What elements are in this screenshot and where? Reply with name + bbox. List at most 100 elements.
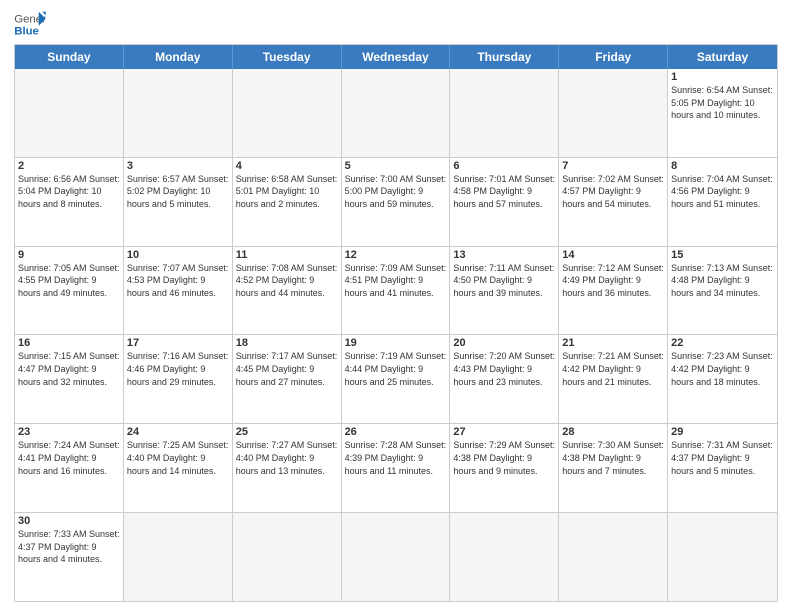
- day-header-wednesday: Wednesday: [342, 45, 451, 69]
- calendar: SundayMondayTuesdayWednesdayThursdayFrid…: [14, 44, 778, 602]
- day-number: 17: [127, 337, 229, 349]
- day-info: Sunrise: 7:12 AM Sunset: 4:49 PM Dayligh…: [562, 262, 664, 300]
- calendar-header: SundayMondayTuesdayWednesdayThursdayFrid…: [15, 45, 777, 69]
- day-number: 11: [236, 249, 338, 261]
- day-info: Sunrise: 7:08 AM Sunset: 4:52 PM Dayligh…: [236, 262, 338, 300]
- calendar-cell-empty: [124, 513, 233, 601]
- day-number: 21: [562, 337, 664, 349]
- calendar-cell-30: 30Sunrise: 7:33 AM Sunset: 4:37 PM Dayli…: [15, 513, 124, 601]
- day-number: 2: [18, 160, 120, 172]
- day-number: 1: [671, 71, 774, 83]
- day-info: Sunrise: 7:00 AM Sunset: 5:00 PM Dayligh…: [345, 173, 447, 211]
- day-header-sunday: Sunday: [15, 45, 124, 69]
- day-number: 7: [562, 160, 664, 172]
- calendar-cell-14: 14Sunrise: 7:12 AM Sunset: 4:49 PM Dayli…: [559, 247, 668, 335]
- calendar-cell-empty: [233, 513, 342, 601]
- calendar-row-3: 16Sunrise: 7:15 AM Sunset: 4:47 PM Dayli…: [15, 334, 777, 423]
- day-number: 6: [453, 160, 555, 172]
- day-number: 5: [345, 160, 447, 172]
- day-info: Sunrise: 7:17 AM Sunset: 4:45 PM Dayligh…: [236, 350, 338, 388]
- calendar-cell-18: 18Sunrise: 7:17 AM Sunset: 4:45 PM Dayli…: [233, 335, 342, 423]
- calendar-cell-empty: [15, 69, 124, 157]
- calendar-cell-empty: [342, 69, 451, 157]
- day-info: Sunrise: 7:28 AM Sunset: 4:39 PM Dayligh…: [345, 439, 447, 477]
- day-number: 26: [345, 426, 447, 438]
- calendar-cell-1: 1Sunrise: 6:54 AM Sunset: 5:05 PM Daylig…: [668, 69, 777, 157]
- day-info: Sunrise: 7:30 AM Sunset: 4:38 PM Dayligh…: [562, 439, 664, 477]
- day-header-monday: Monday: [124, 45, 233, 69]
- day-info: Sunrise: 7:25 AM Sunset: 4:40 PM Dayligh…: [127, 439, 229, 477]
- day-number: 16: [18, 337, 120, 349]
- calendar-row-4: 23Sunrise: 7:24 AM Sunset: 4:41 PM Dayli…: [15, 423, 777, 512]
- calendar-row-5: 30Sunrise: 7:33 AM Sunset: 4:37 PM Dayli…: [15, 512, 777, 601]
- day-info: Sunrise: 7:19 AM Sunset: 4:44 PM Dayligh…: [345, 350, 447, 388]
- svg-text:Blue: Blue: [14, 26, 39, 38]
- calendar-cell-21: 21Sunrise: 7:21 AM Sunset: 4:42 PM Dayli…: [559, 335, 668, 423]
- day-info: Sunrise: 7:31 AM Sunset: 4:37 PM Dayligh…: [671, 439, 774, 477]
- calendar-cell-22: 22Sunrise: 7:23 AM Sunset: 4:42 PM Dayli…: [668, 335, 777, 423]
- calendar-cell-5: 5Sunrise: 7:00 AM Sunset: 5:00 PM Daylig…: [342, 158, 451, 246]
- day-number: 19: [345, 337, 447, 349]
- calendar-cell-13: 13Sunrise: 7:11 AM Sunset: 4:50 PM Dayli…: [450, 247, 559, 335]
- calendar-cell-empty: [559, 513, 668, 601]
- day-info: Sunrise: 6:58 AM Sunset: 5:01 PM Dayligh…: [236, 173, 338, 211]
- day-number: 28: [562, 426, 664, 438]
- calendar-cell-7: 7Sunrise: 7:02 AM Sunset: 4:57 PM Daylig…: [559, 158, 668, 246]
- day-number: 13: [453, 249, 555, 261]
- header: General Blue: [14, 10, 778, 38]
- calendar-cell-empty: [450, 69, 559, 157]
- day-number: 30: [18, 515, 120, 527]
- day-number: 9: [18, 249, 120, 261]
- day-number: 4: [236, 160, 338, 172]
- calendar-cell-17: 17Sunrise: 7:16 AM Sunset: 4:46 PM Dayli…: [124, 335, 233, 423]
- calendar-cell-29: 29Sunrise: 7:31 AM Sunset: 4:37 PM Dayli…: [668, 424, 777, 512]
- day-info: Sunrise: 7:02 AM Sunset: 4:57 PM Dayligh…: [562, 173, 664, 211]
- calendar-cell-3: 3Sunrise: 6:57 AM Sunset: 5:02 PM Daylig…: [124, 158, 233, 246]
- day-info: Sunrise: 7:16 AM Sunset: 4:46 PM Dayligh…: [127, 350, 229, 388]
- day-info: Sunrise: 7:20 AM Sunset: 4:43 PM Dayligh…: [453, 350, 555, 388]
- day-number: 8: [671, 160, 774, 172]
- calendar-cell-4: 4Sunrise: 6:58 AM Sunset: 5:01 PM Daylig…: [233, 158, 342, 246]
- day-info: Sunrise: 7:09 AM Sunset: 4:51 PM Dayligh…: [345, 262, 447, 300]
- calendar-cell-empty: [233, 69, 342, 157]
- day-number: 10: [127, 249, 229, 261]
- day-info: Sunrise: 7:33 AM Sunset: 4:37 PM Dayligh…: [18, 528, 120, 566]
- day-number: 18: [236, 337, 338, 349]
- calendar-cell-19: 19Sunrise: 7:19 AM Sunset: 4:44 PM Dayli…: [342, 335, 451, 423]
- calendar-cell-8: 8Sunrise: 7:04 AM Sunset: 4:56 PM Daylig…: [668, 158, 777, 246]
- day-header-thursday: Thursday: [450, 45, 559, 69]
- day-info: Sunrise: 7:13 AM Sunset: 4:48 PM Dayligh…: [671, 262, 774, 300]
- calendar-body: 1Sunrise: 6:54 AM Sunset: 5:05 PM Daylig…: [15, 69, 777, 601]
- day-info: Sunrise: 7:15 AM Sunset: 4:47 PM Dayligh…: [18, 350, 120, 388]
- calendar-cell-9: 9Sunrise: 7:05 AM Sunset: 4:55 PM Daylig…: [15, 247, 124, 335]
- calendar-cell-16: 16Sunrise: 7:15 AM Sunset: 4:47 PM Dayli…: [15, 335, 124, 423]
- calendar-cell-28: 28Sunrise: 7:30 AM Sunset: 4:38 PM Dayli…: [559, 424, 668, 512]
- logo: General Blue: [14, 10, 46, 38]
- day-info: Sunrise: 7:24 AM Sunset: 4:41 PM Dayligh…: [18, 439, 120, 477]
- day-info: Sunrise: 6:56 AM Sunset: 5:04 PM Dayligh…: [18, 173, 120, 211]
- calendar-cell-2: 2Sunrise: 6:56 AM Sunset: 5:04 PM Daylig…: [15, 158, 124, 246]
- day-number: 15: [671, 249, 774, 261]
- day-info: Sunrise: 7:29 AM Sunset: 4:38 PM Dayligh…: [453, 439, 555, 477]
- day-info: Sunrise: 7:11 AM Sunset: 4:50 PM Dayligh…: [453, 262, 555, 300]
- calendar-cell-27: 27Sunrise: 7:29 AM Sunset: 4:38 PM Dayli…: [450, 424, 559, 512]
- calendar-cell-11: 11Sunrise: 7:08 AM Sunset: 4:52 PM Dayli…: [233, 247, 342, 335]
- calendar-cell-12: 12Sunrise: 7:09 AM Sunset: 4:51 PM Dayli…: [342, 247, 451, 335]
- calendar-page: General Blue SundayMondayTuesdayWednesda…: [0, 0, 792, 612]
- calendar-cell-empty: [668, 513, 777, 601]
- day-header-tuesday: Tuesday: [233, 45, 342, 69]
- day-info: Sunrise: 6:54 AM Sunset: 5:05 PM Dayligh…: [671, 84, 774, 122]
- calendar-cell-20: 20Sunrise: 7:20 AM Sunset: 4:43 PM Dayli…: [450, 335, 559, 423]
- calendar-cell-6: 6Sunrise: 7:01 AM Sunset: 4:58 PM Daylig…: [450, 158, 559, 246]
- logo-icon: General Blue: [14, 10, 46, 38]
- calendar-cell-10: 10Sunrise: 7:07 AM Sunset: 4:53 PM Dayli…: [124, 247, 233, 335]
- day-info: Sunrise: 7:05 AM Sunset: 4:55 PM Dayligh…: [18, 262, 120, 300]
- day-number: 12: [345, 249, 447, 261]
- day-info: Sunrise: 7:27 AM Sunset: 4:40 PM Dayligh…: [236, 439, 338, 477]
- calendar-row-2: 9Sunrise: 7:05 AM Sunset: 4:55 PM Daylig…: [15, 246, 777, 335]
- calendar-row-0: 1Sunrise: 6:54 AM Sunset: 5:05 PM Daylig…: [15, 69, 777, 157]
- day-number: 27: [453, 426, 555, 438]
- day-number: 25: [236, 426, 338, 438]
- day-header-saturday: Saturday: [668, 45, 777, 69]
- calendar-cell-empty: [450, 513, 559, 601]
